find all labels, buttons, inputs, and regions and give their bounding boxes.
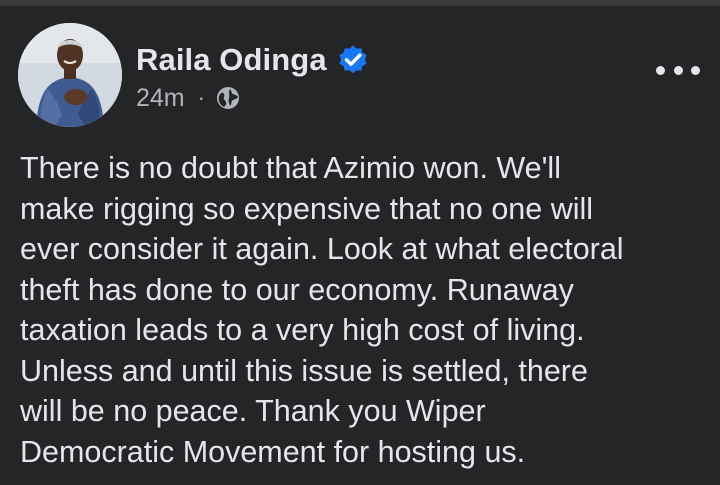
- post-text-line: Democratic Movement for hosting us.: [20, 434, 526, 469]
- post-timestamp[interactable]: 24m: [136, 84, 185, 113]
- post-text: There is no doubt that Azimio won. We'll…: [20, 148, 710, 472]
- post-text-line: Unless and until this issue is settled, …: [20, 353, 588, 388]
- globe-icon[interactable]: [216, 86, 240, 110]
- verified-badge-icon: [337, 44, 369, 76]
- post-text-line: make rigging so expensive that no one wi…: [20, 191, 594, 226]
- post-text-line: will be no peace. Thank you Wiper: [20, 394, 486, 428]
- meta-separator: ·: [197, 85, 205, 110]
- author-name-row: Raila Odinga: [136, 40, 369, 80]
- author-avatar[interactable]: [18, 23, 122, 127]
- post-text-line: There is no doubt that Azimio won. We'll: [20, 151, 561, 185]
- more-horizontal-icon: [691, 65, 700, 75]
- more-horizontal-icon: [673, 65, 683, 75]
- post-meta: 24m ·: [136, 82, 240, 114]
- post-card: Raila Odinga 24m · There is no doubt tha…: [0, 6, 720, 485]
- post-text-line: theft has done to our economy. Runaway: [20, 272, 574, 307]
- more-options-button[interactable]: [656, 58, 700, 82]
- author-name[interactable]: Raila Odinga: [136, 42, 327, 78]
- more-horizontal-icon: [656, 65, 665, 75]
- profile-photo: [18, 23, 122, 127]
- post-text-line: ever consider it again. Look at what ele…: [20, 232, 624, 266]
- post-text-line: taxation leads to a very high cost of li…: [20, 313, 585, 347]
